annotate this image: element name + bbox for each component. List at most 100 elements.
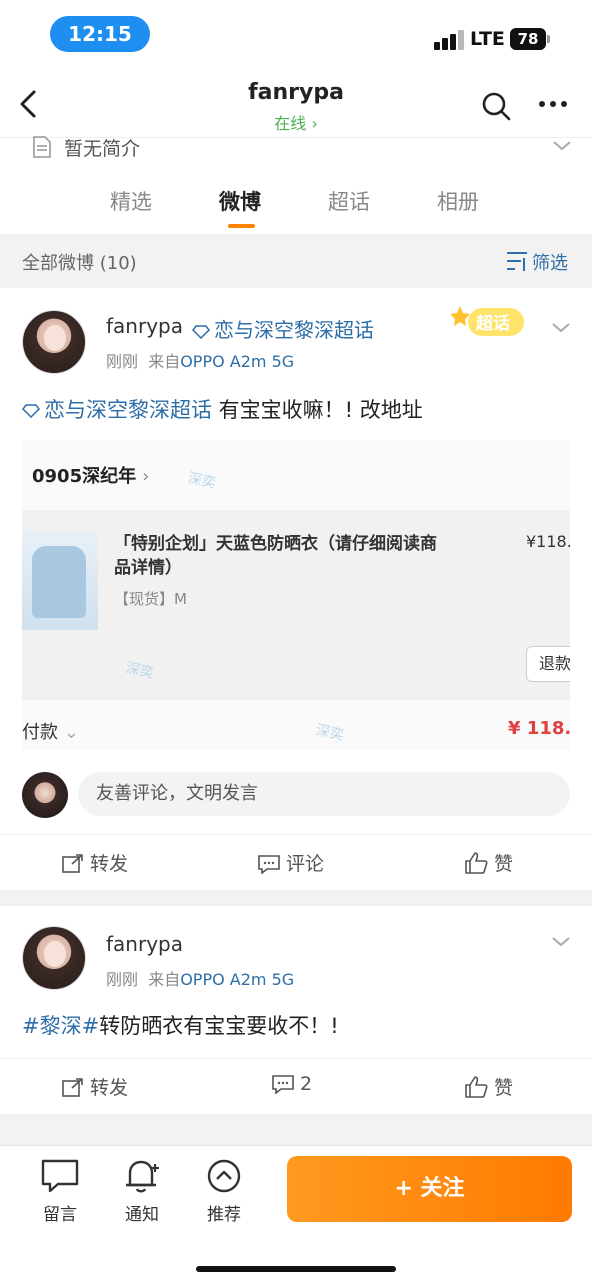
active-tab-indicator bbox=[228, 224, 255, 228]
repost-button[interactable]: 转发 bbox=[62, 849, 128, 876]
diamond-icon bbox=[192, 324, 210, 339]
post-source-prefix: 来自 bbox=[148, 352, 181, 371]
bottom-action-bar: 留言 通知 推荐 + 关注 bbox=[0, 1145, 592, 1281]
network-label: LTE bbox=[470, 28, 505, 50]
status-bar: 12:15 LTE 78 bbox=[0, 0, 592, 70]
repost-label: 转发 bbox=[90, 1077, 129, 1099]
chevron-down-icon[interactable] bbox=[550, 934, 572, 950]
post-username[interactable]: fanrypa bbox=[106, 932, 183, 956]
diamond-icon bbox=[22, 404, 40, 418]
supertopic-inline-label: 恋与深空黎深超话 bbox=[44, 398, 212, 422]
star-icon: 超话 bbox=[450, 306, 524, 336]
tab-weibo[interactable]: 微博 bbox=[219, 186, 261, 216]
profile-intro[interactable]: 暂无简介 bbox=[0, 130, 592, 166]
comment-icon bbox=[272, 1075, 294, 1095]
intro-text: 暂无简介 bbox=[64, 138, 141, 160]
notify-label: 通知 bbox=[125, 1205, 159, 1225]
follow-button[interactable]: + 关注 bbox=[287, 1156, 572, 1222]
bell-icon bbox=[126, 1160, 159, 1193]
post-source: OPPO A2m 5G bbox=[180, 352, 295, 371]
product-title: 「特别企划」天蓝色防晒衣（请仔细阅读商品详情） bbox=[114, 534, 437, 578]
post-card: fanrypa 恋与深空黎深超话 超话 刚刚 来自OPPO A2m 5G 恋与深… bbox=[0, 290, 592, 890]
message-icon bbox=[41, 1159, 79, 1193]
avatar[interactable] bbox=[22, 310, 86, 374]
hashtag-link[interactable]: #黎深# bbox=[22, 1014, 99, 1038]
section-divider bbox=[0, 890, 592, 906]
like-button[interactable]: 赞 bbox=[464, 1073, 513, 1100]
status-time: 12:15 bbox=[50, 16, 150, 52]
notify-button[interactable]: 通知 bbox=[112, 1158, 172, 1225]
recommend-label: 推荐 bbox=[207, 1205, 241, 1225]
thumbs-up-icon bbox=[465, 852, 488, 874]
comment-input[interactable]: 友善评论，文明发言 bbox=[78, 772, 570, 816]
post-source: OPPO A2m 5G bbox=[180, 970, 295, 989]
chevron-down-icon[interactable] bbox=[550, 136, 574, 156]
filter-button[interactable]: 筛选 bbox=[532, 249, 568, 275]
post-actions: 转发 评论 赞 bbox=[0, 834, 592, 888]
product-spec: 【现货】M bbox=[114, 590, 187, 608]
chevron-down-icon[interactable] bbox=[550, 320, 572, 336]
comment-row: 友善评论，文明发言 bbox=[0, 770, 592, 820]
signal-icon bbox=[434, 30, 466, 50]
tab-featured[interactable]: 精选 bbox=[110, 186, 152, 216]
post-text: #黎深#转防晒衣有宝宝要收不！! bbox=[22, 1010, 339, 1040]
repost-label: 转发 bbox=[90, 853, 129, 875]
post-meta: 刚刚 来自OPPO A2m 5G bbox=[106, 348, 294, 372]
post-text: 恋与深空黎深超话 有宝宝收嘛！! 改地址 bbox=[22, 394, 423, 424]
payment-total: ¥ 118.0 bbox=[508, 718, 570, 739]
product-price: ¥118. bbox=[526, 532, 570, 551]
chevron-right-icon: › bbox=[142, 466, 150, 487]
battery-tip bbox=[547, 35, 550, 43]
tab-album[interactable]: 相册 bbox=[437, 186, 479, 216]
like-button[interactable]: 赞 bbox=[464, 849, 513, 876]
order-card[interactable]: 0905深纪年 › 「特别企划」天蓝色防晒衣（请仔细阅读商品详情） 【现货】M ¥… bbox=[22, 440, 570, 750]
refund-button[interactable]: 退款 bbox=[526, 646, 570, 682]
my-avatar bbox=[22, 772, 68, 818]
post-username[interactable]: fanrypa bbox=[106, 314, 183, 338]
supertopic-label: 恋与深空黎深超话 bbox=[214, 318, 374, 342]
message-button[interactable]: 留言 bbox=[30, 1158, 90, 1225]
post-time: 刚刚 bbox=[106, 352, 139, 371]
comment-icon bbox=[258, 855, 280, 875]
document-icon bbox=[33, 136, 51, 158]
post-actions: 转发 2 赞 bbox=[0, 1058, 592, 1112]
watermark-text: 深奕 bbox=[314, 722, 346, 744]
comment-count: 2 bbox=[300, 1073, 313, 1095]
post-meta: 刚刚 来自OPPO A2m 5G bbox=[106, 966, 294, 990]
filter-icon[interactable] bbox=[505, 250, 529, 272]
recommend-button[interactable]: 推荐 bbox=[194, 1158, 254, 1225]
all-weibo-count: 全部微博 (10) bbox=[22, 253, 137, 274]
chevron-up-circle-icon bbox=[207, 1159, 241, 1193]
payment-row[interactable]: 付款 ⌄ bbox=[22, 718, 79, 744]
comment-button[interactable]: 评论 bbox=[258, 849, 324, 876]
repost-icon bbox=[62, 1078, 83, 1097]
supertopic-badge-label: 超话 bbox=[476, 313, 510, 334]
post-time: 刚刚 bbox=[106, 970, 139, 989]
post-body: 有宝宝收嘛！! 改地址 bbox=[212, 398, 423, 422]
more-icon[interactable] bbox=[536, 92, 570, 116]
tab-supertopic[interactable]: 超话 bbox=[328, 186, 370, 216]
supertopic-link[interactable]: 恋与深空黎深超话 bbox=[192, 314, 374, 343]
repost-icon bbox=[62, 854, 83, 873]
post-card: fanrypa 刚刚 来自OPPO A2m 5G #黎深#转防晒衣有宝宝要收不！… bbox=[0, 906, 592, 1114]
battery-icon: 78 bbox=[510, 28, 546, 50]
supertopic-inline-link[interactable]: 恋与深空黎深超话 bbox=[22, 398, 212, 422]
watermark-text: 深奕 bbox=[186, 470, 218, 492]
home-indicator bbox=[196, 1266, 396, 1272]
repost-button[interactable]: 转发 bbox=[62, 1073, 128, 1100]
chevron-down-icon: ⌄ bbox=[63, 722, 79, 743]
comment-label: 评论 bbox=[286, 853, 325, 875]
profile-tabs: 精选 微博 超话 相册 bbox=[0, 176, 592, 232]
product-thumbnail[interactable] bbox=[22, 530, 98, 630]
section-divider bbox=[0, 1114, 592, 1145]
supertopic-badge: 超话 bbox=[450, 302, 534, 342]
search-icon[interactable] bbox=[480, 90, 512, 122]
shop-name-row[interactable]: 0905深纪年 › bbox=[32, 462, 149, 488]
avatar[interactable] bbox=[22, 926, 86, 990]
post-source-prefix: 来自 bbox=[148, 970, 181, 989]
post-body: 转防晒衣有宝宝要收不！! bbox=[99, 1014, 339, 1038]
comment-button[interactable]: 2 bbox=[272, 1073, 312, 1095]
like-label: 赞 bbox=[494, 853, 514, 875]
order-item[interactable]: 「特别企划」天蓝色防晒衣（请仔细阅读商品详情） 【现货】M ¥118. 退款 bbox=[22, 510, 570, 700]
payment-label: 付款 bbox=[22, 722, 58, 743]
